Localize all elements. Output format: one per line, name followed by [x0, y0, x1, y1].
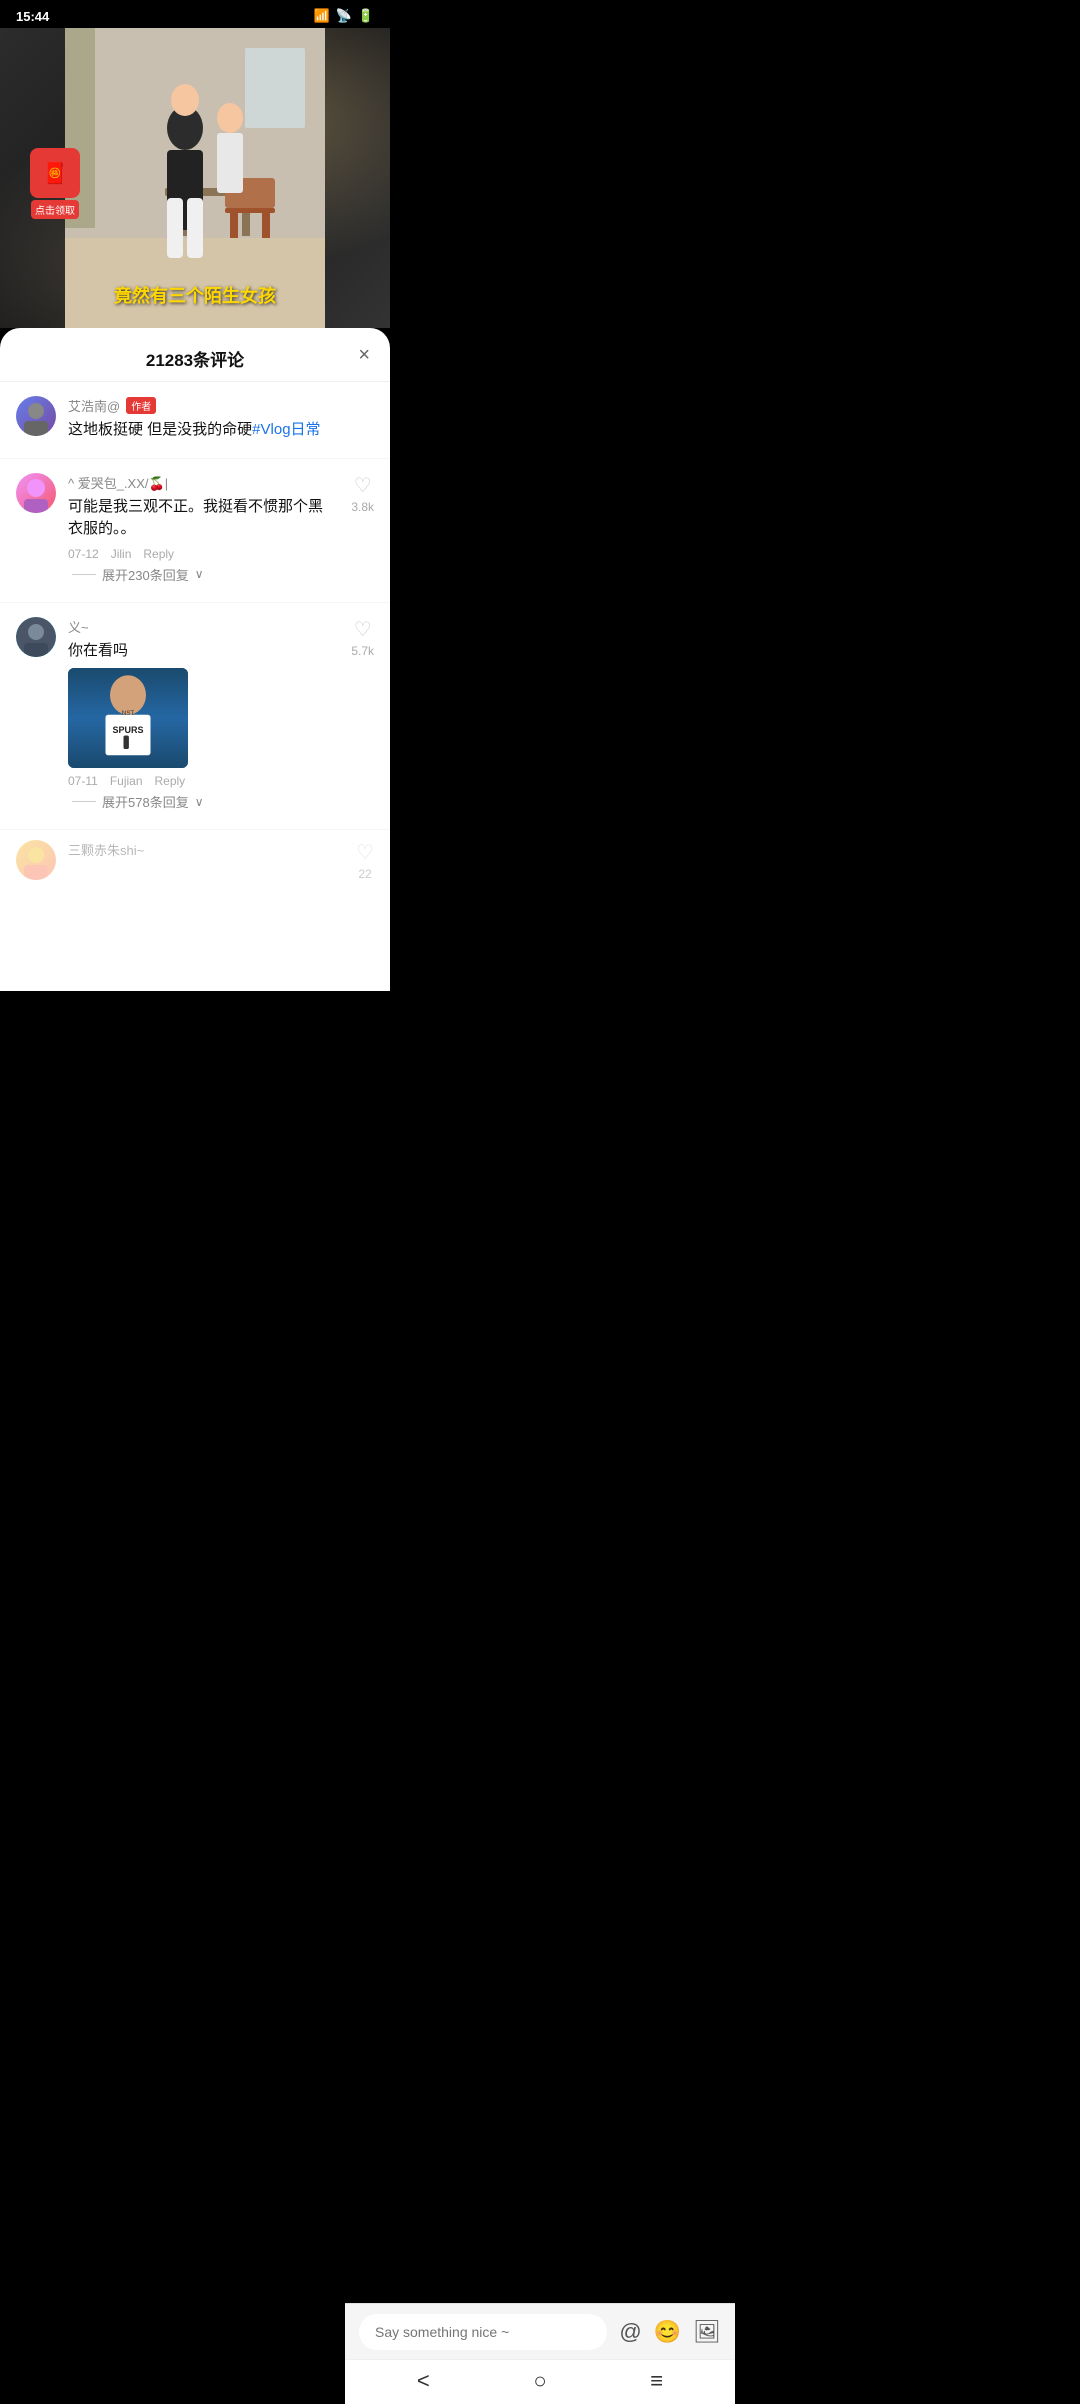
reply-button-3[interactable]: Reply: [155, 774, 186, 788]
video-subtitle: 竟然有三个陌生女孩: [114, 282, 276, 308]
comment-meta-3: 07-11 Fujian Reply: [68, 774, 331, 788]
back-button[interactable]: <: [417, 2368, 430, 2394]
comment-body-2: ^ 爱哭包_.XX/🍒| 可能是我三观不正。我挺看不惯那个黑衣服的。。 07-1…: [68, 473, 331, 592]
comments-header: 21283条评论 ×: [0, 328, 390, 382]
emoji-icon[interactable]: 😊: [654, 2319, 681, 2345]
comment-image[interactable]: SPURS NST: [68, 668, 188, 768]
like-area-3[interactable]: ♡ 5.7k: [343, 617, 374, 820]
comment-username-partial: 三颗赤朱shi~: [68, 840, 336, 859]
avatar: [16, 617, 56, 657]
comment-item-partial: 三颗赤朱shi~ ♡ 22: [0, 830, 390, 891]
wifi-icon: 📡: [336, 8, 352, 24]
avatar-partial: [16, 840, 56, 880]
expand-replies-2[interactable]: 展开230条回复 ∨: [72, 565, 331, 584]
battery-icon: 🔋: [358, 8, 374, 24]
input-bar: @ 😊 🖼: [345, 2303, 735, 2360]
comment-date-2: 07-12: [68, 547, 99, 561]
comment-link[interactable]: #Vlog日常: [252, 421, 320, 438]
status-bar: 15:44 📶 📡 🔋: [0, 0, 390, 28]
video-player[interactable]: 🧧 点击领取 竟然有三个陌生女孩: [0, 28, 390, 328]
spurs-svg: SPURS NST: [68, 668, 188, 758]
svg-text:SPURS: SPURS: [112, 725, 143, 735]
comment-username-2: ^ 爱哭包_.XX/🍒|: [68, 473, 331, 492]
comment-location-2: Jilin: [111, 547, 132, 561]
status-time: 15:44: [16, 9, 49, 24]
comment-date-3: 07-11: [68, 774, 98, 788]
like-icon-partial: ♡: [356, 840, 374, 865]
like-count-partial: 22: [358, 867, 371, 881]
like-count-2: 3.8k: [351, 500, 374, 514]
expand-arrow-3: ∨: [195, 795, 204, 809]
comment-body-partial: 三颗赤朱shi~: [68, 840, 336, 881]
like-area-2[interactable]: ♡ 3.8k: [343, 473, 374, 592]
home-button[interactable]: ○: [533, 2368, 546, 2394]
image-icon[interactable]: 🖼: [693, 2319, 721, 2345]
comment-item-3: 义~ 你在看吗 SPURS NST: [0, 603, 390, 831]
avatar-svg-4: [16, 840, 56, 880]
comment-text-2: 可能是我三观不正。我挺看不惯那个黑衣服的。。: [68, 496, 331, 541]
like-area-partial[interactable]: ♡ 22: [348, 840, 374, 881]
like-icon-3: ♡: [354, 617, 372, 642]
spurs-jersey: SPURS NST: [68, 668, 188, 768]
expand-replies-3[interactable]: 展开578条回复 ∨: [72, 792, 331, 811]
comments-panel: 21283条评论 × 艾浩南@ 作者 这地板挺硬 但是没我的命硬#Vlog日常: [0, 328, 390, 991]
expand-label-3: 展开578条回复: [102, 792, 189, 811]
expand-arrow: ∨: [195, 567, 204, 581]
red-packet-icon: 🧧: [30, 148, 80, 198]
avatar-svg: [16, 396, 56, 436]
svg-text:NST: NST: [122, 710, 135, 717]
avatar: [16, 473, 56, 513]
comment-body-3: 义~ 你在看吗 SPURS NST: [68, 617, 331, 820]
like-icon-2: ♡: [354, 473, 372, 498]
comment-location-3: Fujian: [110, 774, 143, 788]
like-count-3: 5.7k: [351, 644, 374, 658]
reply-button-2[interactable]: Reply: [143, 547, 174, 561]
close-button[interactable]: ×: [358, 345, 370, 365]
comment-username-3: 义~: [68, 617, 331, 636]
bottom-spacer: [0, 891, 390, 991]
expand-line-3: [72, 801, 96, 802]
comment-item-author: 艾浩南@ 作者 这地板挺硬 但是没我的命硬#Vlog日常: [0, 382, 390, 459]
comment-input[interactable]: [359, 2314, 607, 2350]
author-badge: 作者: [126, 397, 156, 414]
comment-text: 这地板挺硬 但是没我的命硬#Vlog日常: [68, 419, 374, 442]
menu-button[interactable]: ≡: [650, 2368, 663, 2394]
comment-username: 艾浩南@ 作者: [68, 396, 374, 415]
expand-line: [72, 574, 96, 575]
avatar-svg-3: [16, 617, 56, 657]
nav-bar: < ○ ≡: [345, 2359, 735, 2404]
avatar: [16, 396, 56, 436]
status-icons: 📶 📡 🔋: [313, 8, 374, 24]
red-packet[interactable]: 🧧 点击领取: [30, 148, 80, 219]
comment-meta-2: 07-12 Jilin Reply: [68, 547, 331, 561]
avatar-svg-2: [16, 473, 56, 513]
comment-text-3: 你在看吗: [68, 640, 331, 663]
at-icon[interactable]: @: [619, 2319, 641, 2345]
comment-body: 艾浩南@ 作者 这地板挺硬 但是没我的命硬#Vlog日常: [68, 396, 374, 448]
signal-icon: 📶: [313, 8, 329, 24]
red-packet-label: 点击领取: [31, 200, 79, 219]
comments-title: 21283条评论: [146, 346, 244, 371]
comment-item-2: ^ 爱哭包_.XX/🍒| 可能是我三观不正。我挺看不惯那个黑衣服的。。 07-1…: [0, 459, 390, 603]
